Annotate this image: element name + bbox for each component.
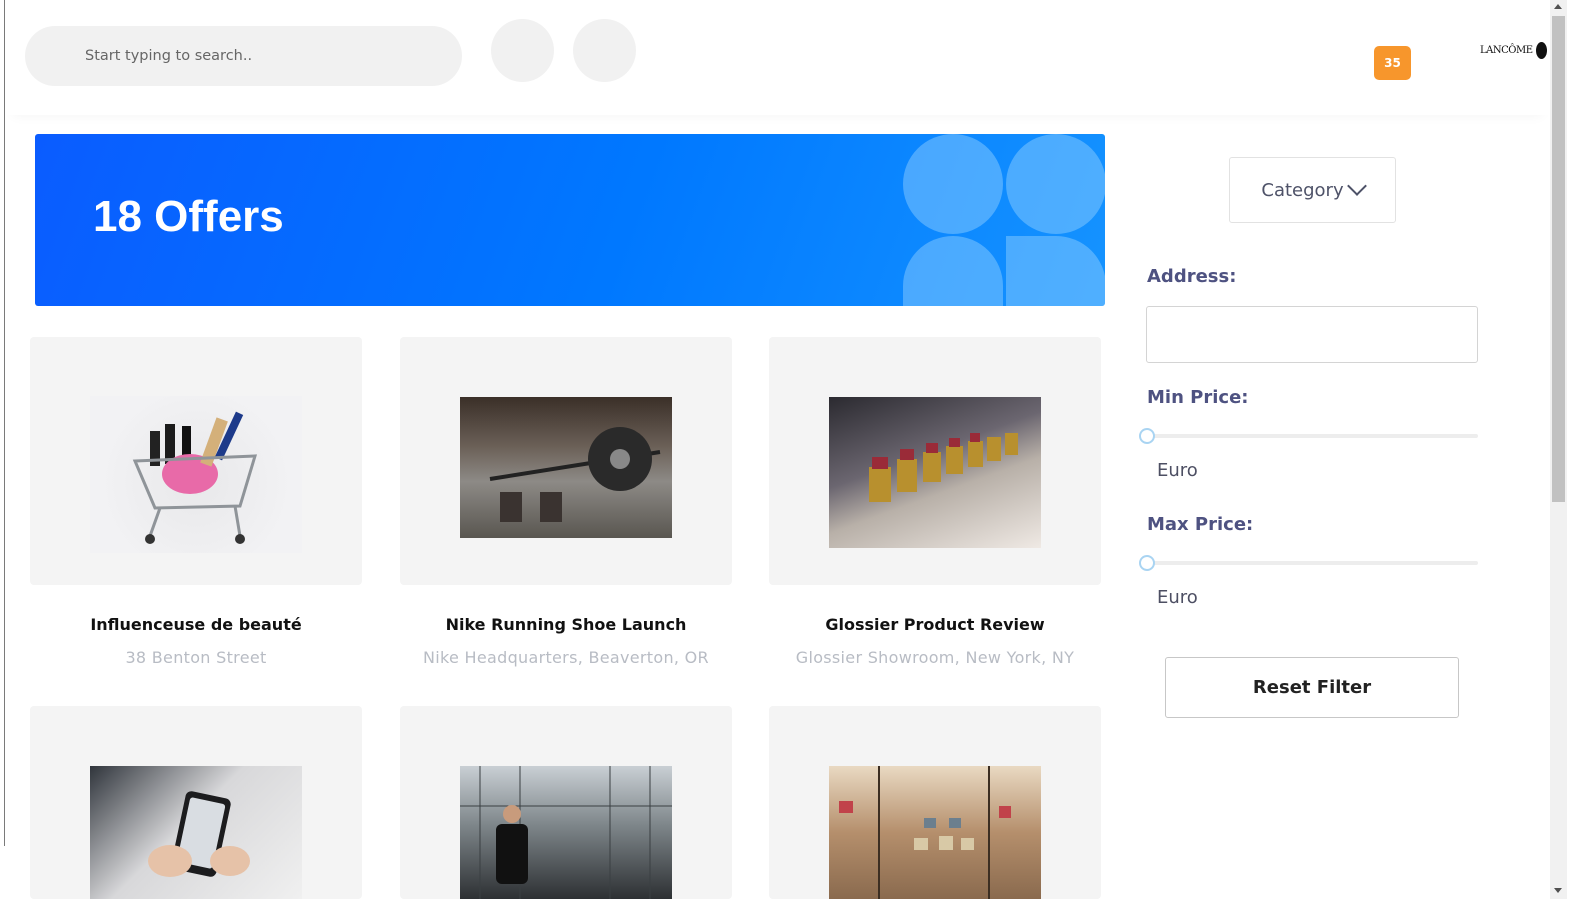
offer-card[interactable]: [400, 706, 732, 899]
offer-card[interactable]: [769, 706, 1101, 899]
offer-card[interactable]: Glossier Product Review Glossier Showroo…: [769, 337, 1101, 667]
brand-logo[interactable]: LANCÔME: [1480, 42, 1547, 59]
offer-location: Nike Headquarters, Beaverton, OR: [423, 648, 709, 667]
category-dropdown-label: Category: [1261, 179, 1344, 201]
rose-icon: [1535, 42, 1547, 59]
search-input[interactable]: [25, 26, 462, 86]
max-price-unit: Euro: [1157, 587, 1198, 608]
offer-image: [90, 766, 302, 899]
offer-title[interactable]: Nike Running Shoe Launch: [400, 615, 732, 634]
offer-card[interactable]: Nike Running Shoe Launch Nike Headquarte…: [400, 337, 732, 667]
reset-filter-button[interactable]: Reset Filter: [1165, 657, 1459, 718]
offer-image-frame: [400, 706, 732, 899]
offer-image: [829, 397, 1041, 548]
banner-decor-circle: [1006, 134, 1105, 234]
offers-banner: 18 Offers: [35, 134, 1105, 306]
min-price-slider-thumb[interactable]: [1139, 428, 1155, 444]
top-header: 35 LANCÔME: [5, 0, 1550, 115]
max-price-label: Max Price:: [1147, 514, 1254, 535]
barbell-icon: [489, 427, 661, 522]
offer-image: [829, 766, 1041, 899]
shopping-cart-icon: [132, 411, 258, 544]
min-price-slider[interactable]: [1139, 428, 1478, 444]
address-input[interactable]: [1146, 306, 1478, 363]
min-price-unit: Euro: [1157, 460, 1198, 481]
offer-card[interactable]: [30, 706, 362, 899]
address-label: Address:: [1147, 266, 1237, 287]
offer-image: [460, 766, 672, 899]
offer-image-frame: [769, 706, 1101, 899]
brand-logo-text: LANCÔME: [1480, 45, 1533, 56]
offer-image-frame: [400, 337, 732, 585]
banner-decor-circle: [903, 134, 1003, 234]
boutique-icon: [839, 766, 1011, 899]
category-dropdown[interactable]: Category: [1229, 157, 1396, 223]
offer-location: Glossier Showroom, New York, NY: [795, 648, 1075, 667]
scroll-down-arrow-icon[interactable]: [1554, 888, 1562, 893]
offer-title[interactable]: Influenceuse de beauté: [30, 615, 362, 634]
header-circle-button-2[interactable]: [573, 19, 636, 82]
offer-image-frame: [30, 706, 362, 899]
offers-count-title: 18 Offers: [93, 192, 284, 241]
offer-image-frame: [769, 337, 1101, 585]
tennis-player-icon: [460, 766, 672, 899]
offer-title[interactable]: Glossier Product Review: [769, 615, 1101, 634]
scrollbar-thumb[interactable]: [1552, 16, 1565, 502]
offer-image: [90, 396, 302, 553]
offer-image-frame: [30, 337, 362, 585]
page-scrollbar[interactable]: [1550, 0, 1567, 899]
offer-location: 38 Benton Street: [125, 648, 267, 667]
offer-card[interactable]: Influenceuse de beauté 38 Benton Street: [30, 337, 362, 667]
max-price-slider[interactable]: [1139, 555, 1478, 571]
notification-badge[interactable]: 35: [1374, 46, 1411, 80]
smartphone-icon: [148, 791, 250, 877]
min-price-label: Min Price:: [1147, 387, 1249, 408]
banner-decor-quarter: [1006, 236, 1105, 306]
chevron-down-icon: [1346, 176, 1367, 196]
banner-decor-circle: [903, 236, 1003, 306]
lipstick-icon: [869, 433, 1018, 502]
max-price-slider-thumb[interactable]: [1139, 555, 1155, 571]
scroll-up-arrow-icon[interactable]: [1554, 4, 1562, 9]
header-circle-button-1[interactable]: [491, 19, 554, 82]
offer-image: [460, 397, 672, 538]
page-left-border: [4, 0, 5, 846]
